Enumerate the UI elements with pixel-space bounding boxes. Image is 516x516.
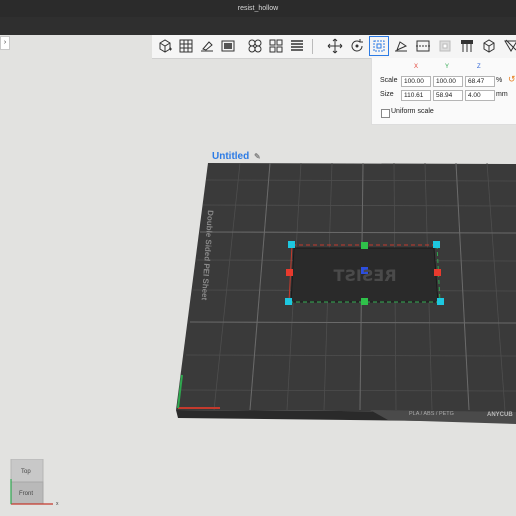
menu-band — [0, 17, 516, 35]
place-on-face-icon[interactable] — [392, 37, 410, 55]
project-name: Untitled — [212, 151, 250, 162]
scale-z-field[interactable]: 68.47 — [465, 76, 495, 87]
model-text: RESIST — [333, 266, 396, 285]
window-title-bar: resist_hollow — [0, 0, 516, 17]
support-paint-icon[interactable] — [458, 37, 476, 55]
axis-z-header: Z — [477, 64, 481, 70]
scale-panel: X Y Z Scale 100.00 100.00 68.47 % ↺ Size… — [371, 58, 516, 125]
move-icon[interactable] — [326, 37, 344, 55]
navigation-cube[interactable]: Top Front x — [10, 459, 59, 507]
toolbar-separator — [312, 39, 313, 54]
scale-y-field[interactable]: 100.00 — [433, 76, 463, 87]
nav-cube-front-label: Front — [19, 491, 34, 497]
layers-icon[interactable] — [288, 37, 306, 55]
size-y-field[interactable]: 58.94 — [433, 90, 463, 101]
lay-flat-icon[interactable] — [198, 37, 216, 55]
scale-handle-top-left[interactable] — [288, 241, 295, 248]
uniform-scale-checkbox[interactable] — [381, 109, 390, 118]
size-label: Size — [380, 91, 394, 98]
scale-handle-top-right[interactable] — [433, 241, 440, 248]
split-parts-icon[interactable] — [267, 37, 285, 55]
uniform-scale-label: Uniform scale — [391, 108, 434, 115]
bed-tag: PLA / ABS / PETG — [409, 411, 454, 417]
nav-cube-graphic — [10, 459, 53, 505]
scale-handle-bottom-left[interactable] — [285, 298, 292, 305]
nav-cube-top-label: Top — [21, 469, 31, 475]
scale-handle-x-right[interactable] — [434, 269, 441, 276]
size-z-field[interactable]: 4.00 — [465, 90, 495, 101]
axis-x-header: X — [414, 64, 419, 70]
top-toolbar — [152, 35, 516, 59]
add-image-icon[interactable] — [219, 37, 237, 55]
edit-name-icon[interactable]: ✎ — [254, 152, 261, 161]
scale-handle-y-top[interactable] — [361, 242, 368, 249]
project-title[interactable]: Untitled ✎ — [212, 151, 261, 162]
arrange-grid-icon[interactable] — [177, 37, 195, 55]
size-x-field[interactable]: 110.61 — [401, 90, 431, 101]
sidebar-expand-button[interactable]: › — [0, 36, 10, 50]
scale-handle-y-bottom[interactable] — [361, 298, 368, 305]
scale-label: Scale — [380, 77, 398, 84]
cut-icon[interactable] — [414, 37, 432, 55]
hollow-icon[interactable] — [436, 37, 454, 55]
add-object-icon[interactable] — [156, 37, 174, 55]
scale-x-field[interactable]: 100.00 — [401, 76, 431, 87]
window-title: resist_hollow — [237, 5, 279, 12]
bed-brand: ANYCUB — [487, 412, 513, 418]
axis-y-header: Y — [445, 64, 450, 70]
scale-handle-bottom-right[interactable] — [437, 298, 444, 305]
scale-unit: % — [496, 77, 503, 84]
split-objects-icon[interactable] — [246, 37, 264, 55]
scale-handle-x-left[interactable] — [286, 269, 293, 276]
scale-icon[interactable] — [369, 36, 389, 56]
seam-paint-icon[interactable] — [480, 37, 498, 55]
reset-scale-icon[interactable]: ↺ — [508, 74, 516, 85]
size-unit: mm — [496, 91, 508, 98]
measure-icon[interactable] — [502, 37, 516, 55]
rotate-icon[interactable] — [348, 37, 366, 55]
nav-x-label: x — [56, 501, 59, 507]
